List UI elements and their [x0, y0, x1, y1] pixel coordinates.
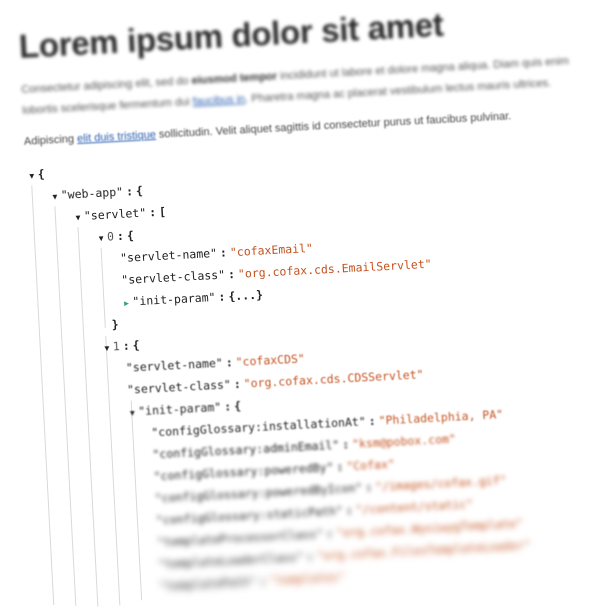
collapsed-object[interactable]: {...}	[228, 288, 263, 304]
colon: :	[233, 376, 242, 392]
json-key: "servlet-name"	[125, 355, 224, 375]
colon: :	[223, 399, 232, 414]
json-key: "init-param"	[137, 399, 222, 419]
json-key: "servlet"	[83, 205, 147, 223]
bracket: [	[158, 204, 167, 219]
colon: :	[368, 413, 376, 429]
colon: :	[364, 480, 373, 495]
colon: :	[116, 228, 125, 244]
colon: :	[148, 205, 157, 220]
json-string-value: "/content/static"	[355, 496, 474, 517]
colon: :	[341, 437, 350, 452]
colon: :	[218, 289, 226, 304]
faucibus-in-link[interactable]: faucibus in	[192, 93, 245, 108]
colon: :	[125, 184, 134, 199]
paragraph-text: Consectetur adipiscing elit, sed do	[20, 74, 192, 96]
json-string-value: "cofaxCDS"	[235, 351, 306, 370]
json-key: "servlet-class"	[120, 267, 226, 287]
paragraph-text: sollicitudin. Velit aliquet sagittis id …	[155, 110, 512, 141]
colon: :	[345, 503, 353, 518]
json-string-value: "ksm@pobox.com"	[351, 431, 457, 452]
document-page: Lorem ipsum dolor sit amet Consectetur a…	[18, 0, 600, 607]
paragraph-text: Adipiscing	[23, 133, 78, 148]
json-key: "templatePath"	[159, 574, 257, 594]
json-key: "servlet-class"	[126, 377, 232, 397]
json-string-value: "templates"	[268, 569, 346, 588]
colon: :	[227, 266, 236, 282]
colon: :	[258, 573, 267, 589]
brace: {	[135, 183, 144, 199]
colon: :	[122, 338, 131, 353]
colon: :	[306, 549, 314, 564]
json-string-value: "Cofax"	[345, 456, 396, 474]
elit-duis-tristique-link[interactable]: elit duis tristique	[77, 129, 156, 145]
brace: {	[126, 228, 135, 243]
bold-text: eiusmod tempor	[191, 70, 278, 87]
brace: {	[37, 166, 45, 182]
brace: {	[233, 398, 242, 414]
json-tree-viewer: ▼{ ▼ "web-app":{ ▼ "servlet":[ ▼ 0:{ "servl…	[25, 131, 600, 607]
json-key: "init-param"	[132, 290, 216, 309]
colon: :	[336, 459, 344, 474]
brace: }	[111, 317, 119, 332]
json-string-value: "Philadelphia, PA"	[378, 407, 504, 428]
json-string-value: "/images/cofax.gif"	[374, 473, 507, 494]
array-index: 1	[112, 339, 121, 354]
json-string-value: "cofaxEmail"	[229, 240, 314, 260]
array-index: 0	[106, 229, 115, 244]
json-key: "web-app"	[60, 184, 124, 202]
brace: {	[132, 338, 140, 353]
colon: :	[225, 355, 234, 370]
colon: :	[325, 526, 334, 541]
json-key: "servlet-name"	[119, 245, 218, 265]
colon: :	[219, 245, 228, 260]
